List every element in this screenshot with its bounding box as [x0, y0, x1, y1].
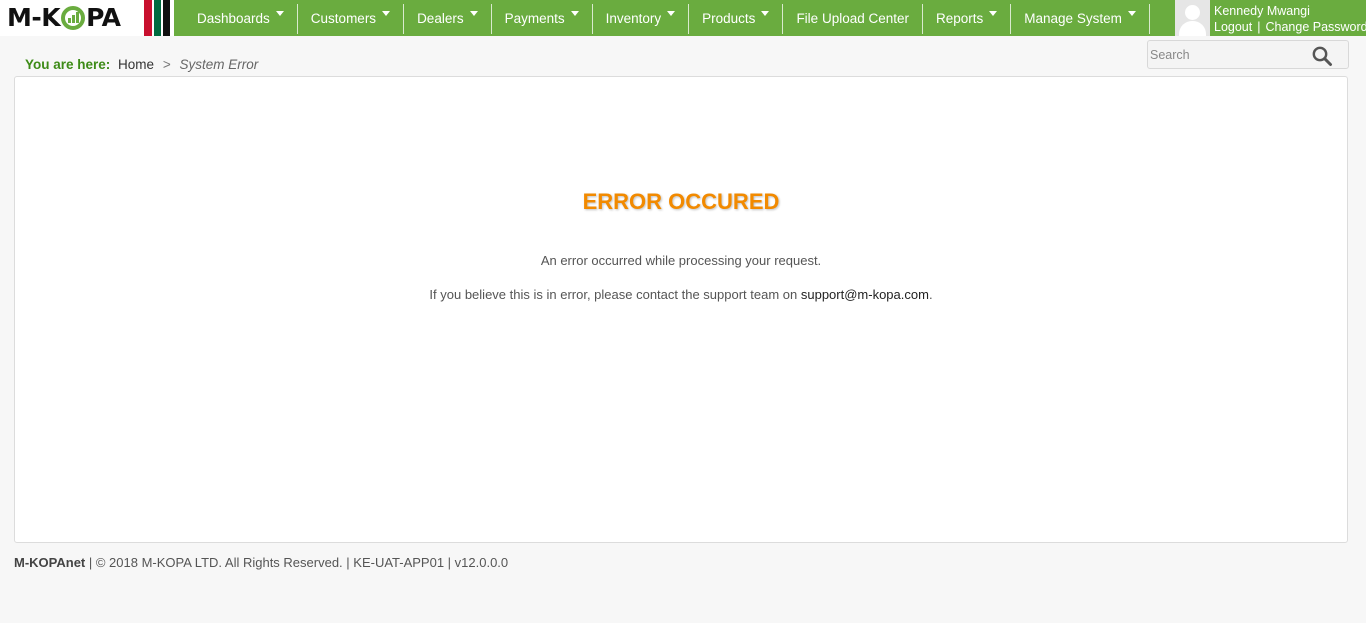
nav-products[interactable]: Products: [689, 4, 784, 34]
flag-stripe-red: [144, 0, 152, 36]
support-email-link[interactable]: support@m-kopa.com: [801, 287, 929, 302]
breadcrumb-separator: >: [162, 57, 171, 72]
logo-text-left: M-K: [7, 3, 61, 32]
top-navigation-bar: M-K PA Dashboards Customers Dealers Paym…: [0, 0, 1366, 36]
nav-dealers[interactable]: Dealers: [404, 4, 492, 34]
breadcrumb-current: System Error: [179, 57, 259, 72]
flag-stripe-black: [163, 0, 170, 36]
caret-down-icon: [469, 10, 478, 16]
logo[interactable]: M-K PA: [0, 0, 174, 36]
breadcrumb: You are here: Home > System Error: [25, 57, 258, 72]
nav-label: Reports: [936, 11, 984, 26]
search-icon[interactable]: [1311, 45, 1333, 67]
footer-text: | © 2018 M-KOPA LTD. All Rights Reserved…: [85, 555, 509, 570]
nav-customers[interactable]: Customers: [298, 4, 405, 34]
caret-down-icon: [570, 10, 579, 16]
nav-label: Inventory: [605, 11, 662, 26]
nav-label: Payments: [504, 11, 565, 26]
caret-down-icon: [989, 10, 998, 16]
caret-down-icon: [667, 10, 676, 16]
search-input[interactable]: [1150, 44, 1308, 65]
nav-label: Products: [702, 11, 756, 26]
flag-stripe-green: [154, 0, 161, 36]
logout-link[interactable]: Logout: [1214, 20, 1252, 34]
change-password-link[interactable]: Change Password: [1265, 20, 1366, 34]
content-panel: ERROR OCCURED An error occurred while pr…: [14, 76, 1348, 543]
user-name: Kennedy Mwangi: [1214, 4, 1310, 18]
logo-o-chart-icon: [61, 6, 86, 30]
nav-file-upload-center[interactable]: File Upload Center: [783, 4, 923, 34]
nav-inventory[interactable]: Inventory: [593, 4, 690, 34]
contact-prefix: If you believe this is in error, please …: [429, 287, 801, 302]
main-menu: Dashboards Customers Dealers Payments In…: [184, 4, 1150, 34]
nav-manage-system[interactable]: Manage System: [1011, 4, 1150, 34]
nav-payments[interactable]: Payments: [492, 4, 593, 34]
user-silhouette-icon: [1175, 0, 1210, 36]
caret-down-icon: [382, 10, 391, 16]
logo-text-right: PA: [86, 3, 121, 32]
error-message: An error occurred while processing your …: [540, 253, 822, 268]
search-box: [1147, 40, 1349, 69]
caret-down-icon: [1127, 10, 1136, 16]
nav-reports[interactable]: Reports: [923, 4, 1012, 34]
link-separator: |: [1257, 20, 1261, 34]
nav-label: Customers: [310, 11, 377, 26]
nav-label: Dashboards: [197, 11, 270, 26]
nav-dashboards[interactable]: Dashboards: [184, 4, 298, 34]
caret-down-icon: [761, 10, 770, 16]
nav-label: File Upload Center: [796, 11, 909, 26]
footer: M-KOPAnet | © 2018 M-KOPA LTD. All Right…: [14, 555, 508, 570]
contact-suffix: .: [928, 287, 933, 302]
caret-down-icon: [275, 10, 284, 16]
user-links: Logout | Change Password: [1214, 20, 1366, 34]
breadcrumb-home-link[interactable]: Home: [118, 57, 154, 72]
error-contact-text: If you believe this is in error, please …: [15, 287, 1347, 302]
nav-label: Dealers: [417, 11, 464, 26]
user-panel: Kennedy Mwangi Logout | Change Password: [1175, 0, 1366, 36]
nav-label: Manage System: [1024, 11, 1122, 26]
error-title: ERROR OCCURED: [582, 189, 780, 214]
logo-wordmark: M-K PA: [7, 4, 121, 32]
footer-brand: M-KOPAnet: [14, 555, 86, 570]
breadcrumb-label: You are here:: [25, 57, 111, 72]
